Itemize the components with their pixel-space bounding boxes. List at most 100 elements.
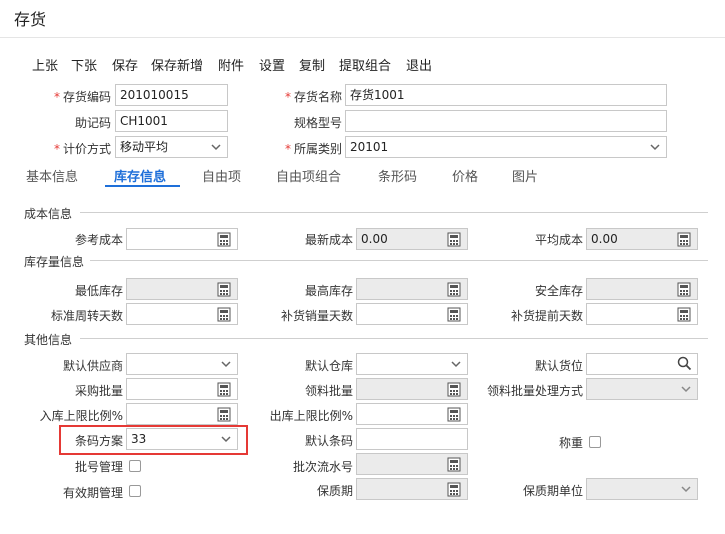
turnover-days-label: 标准周转天数: [50, 309, 123, 323]
extract-combo-button[interactable]: 提取组合: [339, 55, 391, 74]
calculator-icon: [447, 457, 461, 472]
min-stock-input: [126, 278, 238, 300]
attachment-button[interactable]: 附件: [218, 55, 244, 74]
tab-barcode[interactable]: 条形码: [378, 166, 417, 185]
shelf-life-input: [356, 478, 468, 500]
calculator-icon[interactable]: [677, 307, 691, 322]
calculator-icon: [217, 282, 231, 297]
avg-cost-label: 平均成本: [534, 233, 583, 247]
min-stock-label: 最低库存: [74, 284, 123, 298]
settings-button[interactable]: 设置: [259, 55, 285, 74]
spec-label: 规格型号: [293, 116, 342, 130]
calculator-icon: [447, 382, 461, 397]
section-divider: [80, 338, 708, 339]
ref-cost-label: 参考成本: [74, 233, 123, 247]
barcode-scheme-select[interactable]: 33: [126, 428, 238, 450]
batch-serial-input: [356, 453, 468, 475]
latest-cost-label: 最新成本: [304, 233, 353, 247]
mnemonic-input[interactable]: CH1001: [115, 110, 228, 132]
material-batch-input: [356, 378, 468, 400]
in-limit-label: 入库上限比例%: [39, 409, 123, 423]
window-title: 存货: [14, 10, 47, 29]
tab-free-items[interactable]: 自由项: [202, 166, 241, 185]
pricing-label: * 计价方式: [53, 142, 111, 156]
safe-stock-label: 安全库存: [534, 284, 583, 298]
tab-stock-info[interactable]: 库存信息: [114, 166, 166, 185]
default-location-input[interactable]: [586, 353, 698, 375]
default-barcode-label: 默认条码: [304, 434, 353, 448]
replenish-days-input[interactable]: [356, 303, 468, 325]
calculator-icon[interactable]: [217, 382, 231, 397]
avg-cost-input: 0.00: [586, 228, 698, 250]
expiry-mgmt-label: 有效期管理: [62, 486, 123, 500]
tab-basic-info[interactable]: 基本信息: [26, 166, 78, 185]
pricing-select[interactable]: 移动平均: [115, 136, 228, 158]
batch-mgmt-checkbox[interactable]: [129, 460, 141, 472]
calculator-icon[interactable]: [447, 307, 461, 322]
in-limit-input[interactable]: [126, 403, 238, 425]
safe-stock-input: [586, 278, 698, 300]
active-tab-indicator: [105, 185, 180, 187]
lead-days-label: 补货提前天数: [510, 309, 583, 323]
material-batch-label: 领料批量: [304, 384, 353, 398]
default-location-label: 默认货位: [534, 359, 583, 373]
category-select[interactable]: 20101: [345, 136, 667, 158]
calculator-icon[interactable]: [217, 407, 231, 422]
tab-image[interactable]: 图片: [512, 166, 538, 185]
chevron-down-icon: [221, 436, 231, 443]
weighing-label: 称重: [558, 436, 583, 450]
default-barcode-input[interactable]: [356, 428, 468, 450]
chevron-down-icon: [681, 486, 691, 493]
section-divider: [80, 212, 708, 213]
save-button[interactable]: 保存: [112, 55, 138, 74]
replenish-days-label: 补货销量天数: [280, 309, 353, 323]
chevron-down-icon: [221, 361, 231, 368]
exit-button[interactable]: 退出: [406, 55, 432, 74]
calculator-icon[interactable]: [217, 232, 231, 247]
lead-days-input[interactable]: [586, 303, 698, 325]
section-stock-title: 库存量信息: [24, 255, 85, 269]
calculator-icon: [677, 282, 691, 297]
copy-button[interactable]: 复制: [299, 55, 325, 74]
next-button[interactable]: 下张: [71, 55, 97, 74]
mnemonic-label: 助记码: [74, 116, 111, 130]
turnover-days-input[interactable]: [126, 303, 238, 325]
max-stock-input: [356, 278, 468, 300]
default-supplier-select[interactable]: [126, 353, 238, 375]
name-input[interactable]: 存货1001: [345, 84, 667, 106]
search-icon[interactable]: [677, 356, 692, 371]
tab-price[interactable]: 价格: [452, 166, 478, 185]
max-stock-label: 最高库存: [304, 284, 353, 298]
section-divider: [90, 260, 708, 261]
batch-mgmt-label: 批号管理: [74, 460, 123, 474]
purchase-batch-input[interactable]: [126, 378, 238, 400]
material-batch-mode-label: 领料批量处理方式: [486, 384, 583, 398]
calculator-icon: [447, 482, 461, 497]
out-limit-label: 出库上限比例%: [269, 409, 353, 423]
out-limit-input[interactable]: [356, 403, 468, 425]
calculator-icon[interactable]: [217, 307, 231, 322]
prev-button[interactable]: 上张: [32, 55, 58, 74]
tab-free-item-combo[interactable]: 自由项组合: [276, 166, 341, 185]
chevron-down-icon: [211, 144, 221, 151]
chevron-down-icon: [681, 386, 691, 393]
calculator-icon[interactable]: [447, 407, 461, 422]
code-input[interactable]: 201010015: [115, 84, 228, 106]
chevron-down-icon: [451, 361, 461, 368]
default-warehouse-select[interactable]: [356, 353, 468, 375]
purchase-batch-label: 采购批量: [74, 384, 123, 398]
save-new-button[interactable]: 保存新增: [151, 55, 203, 74]
batch-serial-label: 批次流水号: [292, 460, 353, 474]
category-label: * 所属类别: [284, 142, 342, 156]
calculator-icon: [447, 232, 461, 247]
latest-cost-input: 0.00: [356, 228, 468, 250]
title-divider: [0, 37, 725, 38]
ref-cost-input[interactable]: [126, 228, 238, 250]
chevron-down-icon: [650, 144, 660, 151]
section-cost-title: 成本信息: [24, 207, 73, 221]
code-label: * 存货编码: [53, 90, 111, 104]
weighing-checkbox[interactable]: [589, 436, 601, 448]
expiry-mgmt-checkbox[interactable]: [129, 485, 141, 497]
spec-input[interactable]: [345, 110, 667, 132]
shelf-life-unit-select: [586, 478, 698, 500]
